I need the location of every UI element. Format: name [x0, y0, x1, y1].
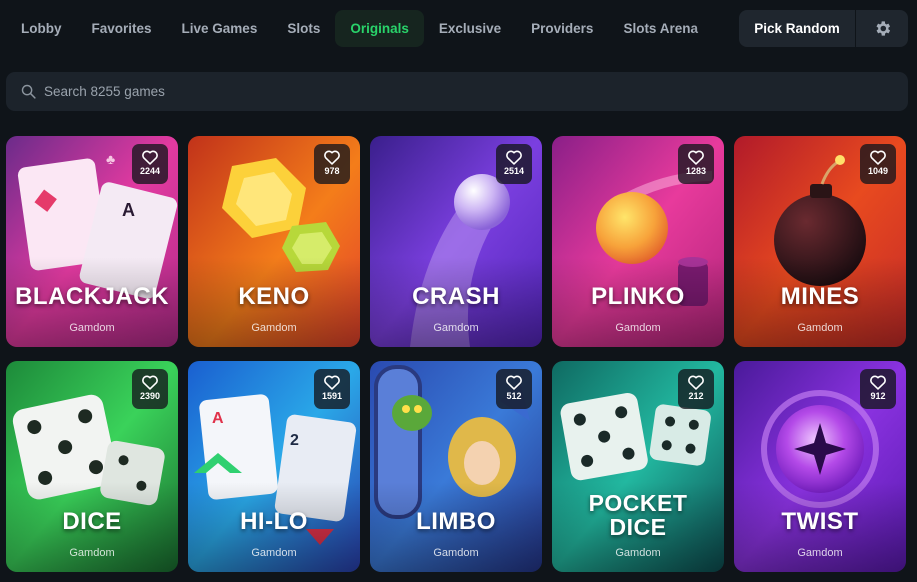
game-provider: Gamdom [615, 322, 661, 334]
game-card-dice[interactable]: 2390 DICE Gamdom [6, 361, 178, 572]
search-input[interactable] [44, 72, 884, 111]
tab-originals[interactable]: Originals [335, 10, 424, 47]
settings-button[interactable] [856, 10, 908, 47]
tab-providers[interactable]: Providers [516, 10, 608, 47]
favorite-count: 512 [506, 391, 522, 401]
heart-icon [688, 375, 704, 390]
heart-icon [870, 375, 886, 390]
tab-favorites[interactable]: Favorites [77, 10, 167, 47]
favorite-count: 1049 [867, 166, 889, 176]
favorite-count: 2244 [139, 166, 161, 176]
game-title: CRASH [412, 283, 500, 310]
heart-icon [324, 150, 340, 165]
favorite-count: 912 [870, 391, 886, 401]
game-provider: Gamdom [69, 547, 115, 559]
game-provider: Gamdom [69, 322, 115, 334]
search-bar [6, 72, 908, 111]
search-icon [21, 84, 36, 99]
tab-lobby[interactable]: Lobby [6, 10, 77, 47]
category-tabs: Lobby Favorites Live Games Slots Origina… [6, 10, 724, 47]
game-card-plinko[interactable]: 1283 PLINKO Gamdom [552, 136, 724, 347]
game-provider: Gamdom [433, 322, 479, 334]
game-card-limbo[interactable]: 512 LIMBO Gamdom [370, 361, 542, 572]
favorite-button[interactable]: 2244 [132, 144, 168, 184]
game-card-keno[interactable]: 978 KENO Gamdom [188, 136, 360, 347]
tab-live-games[interactable]: Live Games [167, 10, 273, 47]
heart-icon [506, 375, 522, 390]
svg-text:2: 2 [290, 432, 299, 449]
game-title: POCKET DICE [552, 491, 724, 539]
favorite-count: 1283 [685, 166, 707, 176]
game-card-blackjack[interactable]: A ♣ 2244 BLACKJACK Gamdom [6, 136, 178, 347]
favorite-button[interactable]: 1283 [678, 144, 714, 184]
heart-icon [324, 375, 340, 390]
game-title-line: POCKET DICE [588, 490, 688, 540]
heart-icon [142, 375, 158, 390]
favorite-button[interactable]: 512 [496, 369, 532, 409]
favorite-button[interactable]: 912 [860, 369, 896, 409]
favorite-count: 2514 [503, 166, 525, 176]
favorite-button[interactable]: 1049 [860, 144, 896, 184]
tab-slots-arena[interactable]: Slots Arena [608, 10, 713, 47]
tab-exclusive[interactable]: Exclusive [424, 10, 516, 47]
tab-slots[interactable]: Slots [272, 10, 335, 47]
favorite-button[interactable]: 2390 [132, 369, 168, 409]
game-title: MINES [780, 283, 860, 310]
svg-text:♣: ♣ [106, 151, 115, 167]
gear-icon [875, 21, 890, 36]
game-title: DICE [62, 508, 122, 535]
game-title: KENO [238, 283, 310, 310]
game-title: LIMBO [416, 508, 496, 535]
game-card-mines[interactable]: 1049 MINES Gamdom [734, 136, 906, 347]
game-title: BLACKJACK [15, 283, 169, 310]
game-title: HI-LO [240, 508, 308, 535]
favorite-button[interactable]: 2514 [496, 144, 532, 184]
pick-random-button[interactable]: Pick Random [739, 10, 855, 47]
game-provider: Gamdom [797, 547, 843, 559]
game-card-hi-lo[interactable]: A 2 1591 HI-LO Gamdom [188, 361, 360, 572]
favorite-count: 978 [324, 166, 340, 176]
game-provider: Gamdom [251, 322, 297, 334]
game-card-crash[interactable]: 2514 CRASH Gamdom [370, 136, 542, 347]
favorite-count: 212 [688, 391, 704, 401]
favorite-count: 1591 [321, 391, 343, 401]
heart-icon [870, 150, 886, 165]
favorite-button[interactable]: 978 [314, 144, 350, 184]
game-card-pocket-dice[interactable]: 212 POCKET DICE Gamdom [552, 361, 724, 572]
game-card-twist[interactable]: 912 TWIST Gamdom [734, 361, 906, 572]
game-provider: Gamdom [797, 322, 843, 334]
game-provider: Gamdom [615, 547, 661, 559]
game-title: TWIST [781, 508, 859, 535]
heart-icon [688, 150, 704, 165]
svg-text:A: A [212, 410, 224, 427]
svg-text:A: A [122, 200, 135, 220]
game-provider: Gamdom [433, 547, 479, 559]
heart-icon [142, 150, 158, 165]
game-provider: Gamdom [251, 547, 297, 559]
favorite-button[interactable]: 212 [678, 369, 714, 409]
heart-icon [506, 150, 522, 165]
top-navigation: Lobby Favorites Live Games Slots Origina… [0, 0, 917, 56]
game-grid: A ♣ 2244 BLACKJACK Gamdom 978 KENO Gamdo… [6, 136, 908, 572]
game-title: PLINKO [591, 283, 685, 310]
favorite-count: 2390 [139, 391, 161, 401]
favorite-button[interactable]: 1591 [314, 369, 350, 409]
